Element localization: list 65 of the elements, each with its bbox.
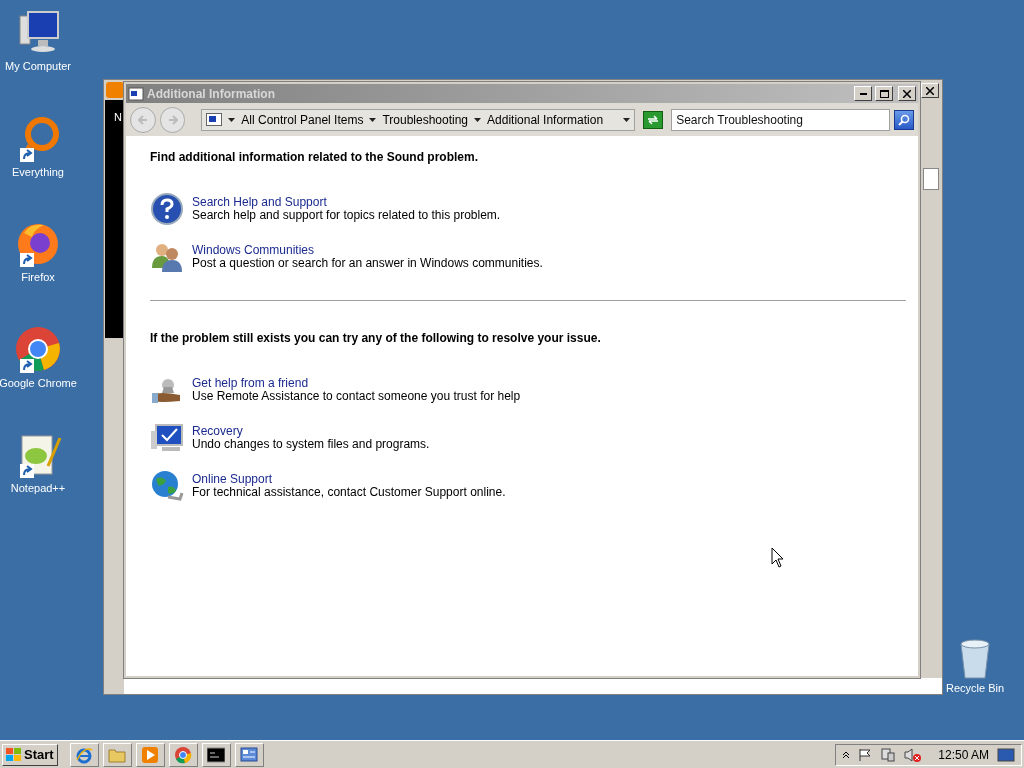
network-icon[interactable] [880, 746, 897, 763]
maximize-icon [879, 89, 889, 98]
minimize-button[interactable] [854, 86, 872, 101]
close-icon [903, 89, 911, 98]
task-link[interactable]: Windows Communities [192, 244, 543, 257]
section-heading: If the problem still exists you can try any of the following to resolve your issue. [150, 330, 602, 347]
task-description: Undo changes to system files and programs. [192, 438, 430, 451]
desktop-icon-label[interactable]: Google Chrome [0, 374, 77, 391]
caret-icon [623, 117, 631, 122]
desktop-icon-label[interactable]: Firefox [21, 269, 55, 286]
caret-icon [228, 117, 236, 122]
left-arrow-icon [137, 114, 148, 125]
minimize-icon [859, 92, 867, 95]
refresh-icon [647, 114, 660, 125]
media-player-icon [141, 745, 160, 764]
scrollbar-thumb[interactable] [923, 168, 939, 190]
breadcrumb-item[interactable]: Troubleshooting [382, 110, 469, 129]
question-icon [150, 192, 184, 226]
section-heading: Find additional information related to the Sound problem. [150, 149, 479, 166]
address-bar[interactable]: All Control Panel Items Troubleshooting Additional Information [201, 108, 636, 131]
chrome-icon [14, 324, 62, 373]
task-description: Search help and support for topics related to this problem. [192, 209, 501, 222]
caret-icon [474, 117, 482, 122]
windows-logo-icon [6, 747, 22, 762]
task-link[interactable]: Online Support [192, 473, 506, 486]
desktop-icon-label[interactable]: Notepad++ [10, 480, 66, 497]
taskbar-button[interactable] [201, 742, 231, 767]
close-button[interactable] [898, 86, 916, 101]
caret-icon [369, 117, 377, 122]
flag-icon[interactable] [858, 747, 873, 762]
control-panel-icon [128, 86, 144, 101]
task-description: Use Remote Assistance to contact someone you trust for help [192, 390, 521, 403]
globe-icon [150, 469, 184, 503]
task-link[interactable]: Get help from a friend [192, 377, 521, 390]
breadcrumb-item[interactable]: Additional Information [487, 110, 604, 129]
speaker-muted-icon[interactable] [904, 746, 923, 763]
control-panel-icon [240, 745, 259, 764]
close-icon [926, 86, 934, 95]
e-globe-icon [75, 745, 94, 764]
desktop-icon-label[interactable]: Recycle Bin [945, 680, 1005, 697]
right-arrow-icon [167, 114, 178, 125]
task-description: For technical assistance, contact Customer Support online. [192, 486, 506, 499]
search-button[interactable] [894, 109, 914, 130]
task-link[interactable]: Recovery [192, 425, 430, 438]
console-icon [207, 745, 226, 764]
breadcrumb-item[interactable]: All Control Panel Items [241, 110, 364, 129]
desktop-icon-label[interactable]: Everything [12, 163, 64, 180]
start-button[interactable]: Start [2, 743, 58, 766]
media-player-icon [106, 82, 124, 98]
desktop-icon[interactable] [997, 746, 1015, 763]
chevron-up-icon[interactable] [842, 750, 851, 759]
mouse-pointer-icon [771, 547, 785, 569]
control-panel-icon [206, 113, 223, 126]
window-text: N [114, 111, 122, 123]
task-link[interactable]: Search Help and Support [192, 196, 501, 209]
maximize-button[interactable] [875, 86, 893, 101]
refresh-button[interactable] [643, 110, 664, 129]
close-button[interactable] [921, 83, 939, 98]
desktop-icon-label[interactable]: My Computer [5, 58, 71, 75]
search-icon [898, 113, 911, 126]
clock[interactable]: 12:50 AM [938, 745, 989, 764]
window-title: Additional Information [147, 85, 276, 103]
search-field[interactable]: Search Troubleshooting [671, 108, 891, 131]
task-description: Post a question or search for an answer in Windows communities. [192, 257, 543, 270]
chrome-icon [174, 745, 193, 764]
